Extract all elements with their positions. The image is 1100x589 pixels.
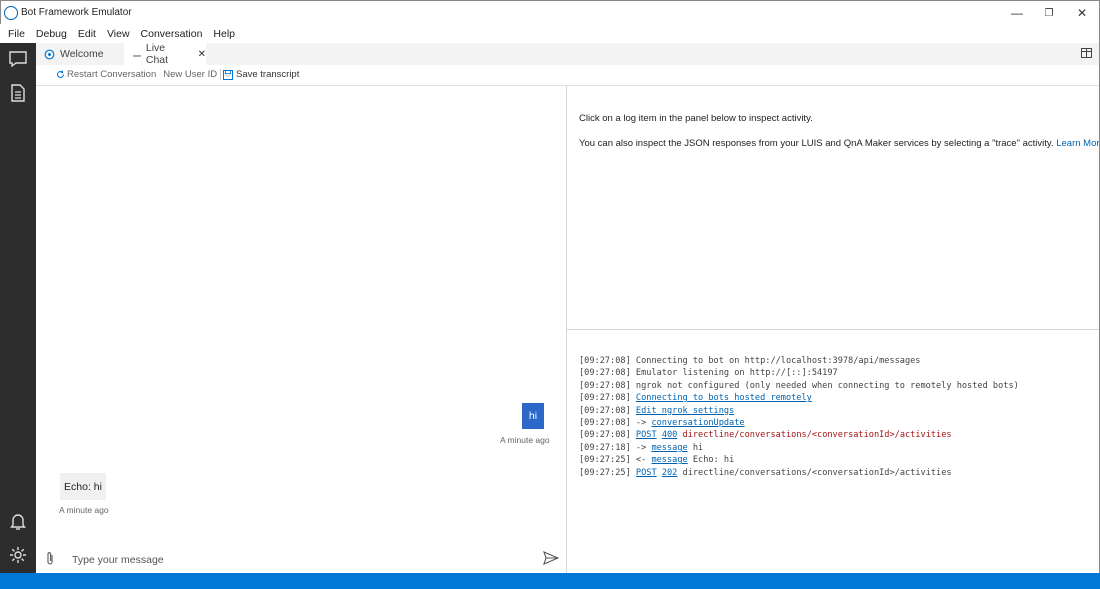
log-row: [09:27:08] Emulator listening on http://…: [579, 367, 838, 379]
log-text: Emulator listening on http://[::]:54197: [635, 368, 838, 379]
log-timestamp: [09:27:18]: [579, 442, 636, 453]
bot-message-bubble[interactable]: Echo: hi: [60, 473, 106, 500]
log-text: <-: [635, 455, 652, 466]
log-text: ngrok not configured (only needed when c…: [635, 380, 1019, 391]
user-id-label: New User ID: [163, 69, 218, 80]
send-icon[interactable]: [543, 551, 559, 565]
log-timestamp: [09:27:08]: [579, 368, 636, 379]
log-link[interactable]: 400: [662, 430, 678, 440]
log-row: [09:27:25] POST 202 directline/conversat…: [579, 467, 952, 479]
save-transcript-label: Save transcript: [236, 69, 300, 80]
log-text: Connecting to bot on http://localhost:39…: [635, 356, 921, 366]
tab-welcome[interactable]: Welcome: [36, 43, 124, 65]
gear-icon[interactable]: [8, 545, 28, 565]
inspector-hint-line-2: You can also inspect the JSON responses …: [579, 138, 1100, 149]
bot-framework-logo-icon: [4, 5, 18, 20]
inspector-panel: Click on a log item in the panel below t…: [567, 86, 1100, 330]
user-message-timestamp: A minute ago: [500, 435, 550, 445]
log-link[interactable]: POST: [636, 468, 657, 478]
user-message-bubble[interactable]: hi: [522, 403, 544, 429]
bot-message-timestamp: A minute ago: [59, 505, 109, 515]
log-error-text: directline/conversations/<conversationId…: [677, 430, 952, 441]
tab-close-icon[interactable]: ✕: [198, 49, 206, 60]
document-icon[interactable]: [8, 83, 28, 103]
chat-icon[interactable]: [8, 49, 28, 69]
minimize-button[interactable]: —: [1000, 1, 1034, 25]
chat-panel: hi A minute ago Echo: hi A minute ago Ty…: [36, 86, 567, 573]
log-text: directline/conversations/<conversationId…: [677, 467, 952, 478]
tab-bar: Welcome Live Chat ✕: [36, 42, 1100, 66]
menu-conversation[interactable]: Conversation: [141, 28, 203, 40]
log-row: [09:27:18] -> message hi: [579, 442, 703, 454]
tab-live-chat-label: Live Chat: [145, 42, 169, 66]
log-timestamp: [09:27:08]: [579, 393, 636, 404]
close-window-button[interactable]: ✕: [1065, 1, 1099, 25]
log-row: [09:27:08] POST 400 directline/conversat…: [579, 429, 952, 441]
log-link[interactable]: conversationUpdate: [651, 418, 744, 428]
window-title: Bot Framework Emulator: [21, 7, 132, 18]
menu-debug[interactable]: Debug: [36, 28, 67, 40]
bot-icon: [44, 49, 55, 59]
message-input[interactable]: Type your message: [72, 554, 164, 566]
restore-button[interactable]: ❐: [1032, 1, 1066, 25]
log-text: ->: [635, 418, 652, 428]
inspector-hint-text: You can also inspect the JSON responses …: [579, 138, 1054, 149]
save-icon: [223, 69, 233, 80]
menu-bar: File Debug Edit View Conversation Help: [0, 24, 1100, 43]
chat-lines-icon: [132, 55, 141, 57]
menu-view[interactable]: View: [107, 28, 130, 40]
tab-live-chat[interactable]: Live Chat ✕: [124, 42, 206, 66]
bell-icon[interactable]: [8, 511, 28, 531]
restart-conversation-button[interactable]: Restart Conversation New User ID ⌵: [56, 69, 231, 80]
restart-conversation-label: Restart Conversation: [67, 69, 157, 80]
menu-edit[interactable]: Edit: [78, 28, 96, 40]
log-row: [09:27:25] <- message Echo: hi: [579, 454, 734, 466]
log-text: Echo: hi: [687, 455, 735, 466]
log-timestamp: [09:27:25]: [579, 455, 636, 466]
tab-welcome-label: Welcome: [60, 48, 104, 60]
log-timestamp: [09:27:08]: [579, 418, 636, 428]
log-timestamp: [09:27:08]: [579, 356, 636, 366]
conversation-toolbar: Restart Conversation New User ID ⌵ Save …: [36, 65, 1100, 86]
split-layout-icon[interactable]: [1081, 48, 1092, 58]
log-timestamp: [09:27:25]: [579, 467, 636, 478]
log-link[interactable]: POST: [636, 430, 657, 440]
log-row: [09:27:08] ngrok not configured (only ne…: [579, 380, 1019, 392]
log-panel: [09:27:08] Connecting to bot on http://l…: [567, 330, 1100, 573]
inspector-hint-line-1: Click on a log item in the panel below t…: [579, 113, 813, 124]
log-link[interactable]: Edit ngrok settings: [636, 406, 734, 416]
log-link[interactable]: Connecting to bots hosted remotely: [636, 393, 812, 403]
log-row: [09:27:08] Edit ngrok settings: [579, 405, 734, 417]
activity-bar: [0, 43, 36, 573]
menu-help[interactable]: Help: [213, 28, 235, 40]
message-composer: Type your message: [36, 543, 567, 573]
log-text: ->: [635, 442, 652, 453]
log-row: [09:27:08] Connecting to bots hosted rem…: [579, 392, 812, 404]
log-text: hi: [687, 442, 704, 453]
refresh-icon: [57, 70, 64, 78]
log-timestamp: [09:27:08]: [579, 430, 636, 441]
log-link[interactable]: 202: [662, 468, 678, 478]
paperclip-icon[interactable]: [45, 551, 55, 566]
log-timestamp: [09:27:08]: [579, 380, 636, 391]
log-row: [09:27:08] -> conversationUpdate: [579, 417, 745, 429]
log-row: [09:27:08] Connecting to bot on http://l…: [579, 355, 921, 367]
title-bar: Bot Framework Emulator — ❐ ✕: [0, 0, 1100, 24]
log-link[interactable]: message: [651, 443, 687, 453]
log-link[interactable]: message: [651, 455, 687, 465]
learn-more-link[interactable]: Learn More.: [1056, 138, 1100, 149]
menu-file[interactable]: File: [8, 28, 25, 40]
status-bar: [0, 573, 1100, 589]
log-timestamp: [09:27:08]: [579, 405, 636, 416]
save-transcript-button[interactable]: Save transcript: [223, 69, 299, 80]
